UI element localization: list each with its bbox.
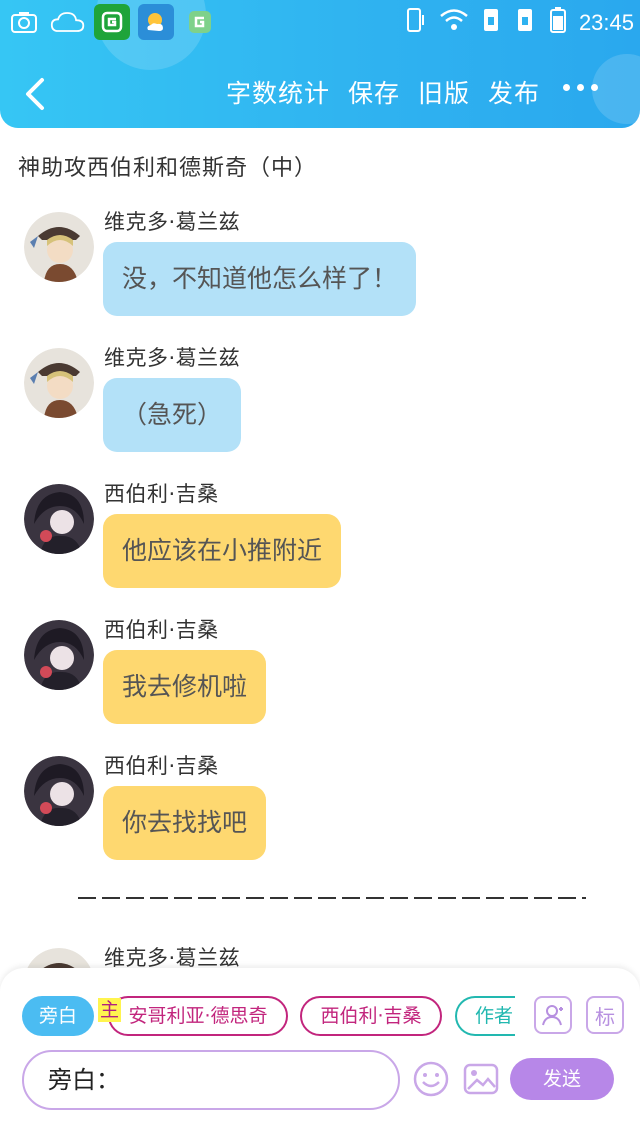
screenshot-icon [6,4,42,40]
phone-vibrate-icon [405,7,427,39]
more-menu-button[interactable] [563,84,598,91]
old-version-button[interactable]: 旧版 [418,74,470,110]
main-role-tag: 主 [98,998,122,1022]
avatar[interactable] [24,348,94,418]
send-button[interactable]: 发送 [510,1058,614,1100]
speaker-name: 维克多·葛兰兹 [104,346,241,370]
app-g-small-icon [182,4,218,40]
more-dot [577,84,584,91]
mark-button[interactable]: 标 [586,996,624,1034]
mark-label: 标 [595,1004,615,1029]
save-button[interactable]: 保存 [348,74,400,110]
role-chip-angelia[interactable]: 安哥利亚·德思奇 [108,996,288,1036]
top-header: 23:45 字数统计 保存 旧版 发布 [0,0,640,128]
weather-icon [138,4,174,40]
add-character-icon[interactable] [534,996,572,1034]
word-count-button[interactable]: 字数统计 [226,74,330,110]
battery-icon [549,6,567,40]
emoji-icon[interactable] [412,1060,450,1098]
message-bubble[interactable]: 我去修机啦 [103,650,267,724]
wifi-icon [439,8,469,38]
sim1-icon [481,7,503,39]
author-chip[interactable]: 作者 [455,996,515,1036]
cloud-icon [50,4,86,40]
avatar[interactable] [24,620,94,690]
message-bubble[interactable]: （急死） [103,378,242,452]
app-g-icon [94,4,130,40]
section-divider [78,897,586,899]
publish-button[interactable]: 发布 [488,74,540,110]
status-bar: 23:45 [0,0,640,44]
more-dot [591,84,598,91]
message-bubble[interactable]: 没，不知道他怎么样了！ [103,242,417,316]
more-dot [563,84,570,91]
message-bubble[interactable]: 你去找找吧 [103,786,267,860]
narration-chip[interactable]: 旁白 [22,996,94,1036]
document-title: 神助攻西伯利和德斯奇（中） [18,156,318,181]
sim2-icon [515,7,537,39]
speaker-name: 西伯利·吉桑 [104,618,219,642]
role-chip-siberi[interactable]: 西伯利·吉桑 [300,996,442,1036]
back-button[interactable] [20,72,54,116]
clock: 23:45 [578,10,634,35]
nav-actions: 字数统计 保存 旧版 发布 [226,74,540,110]
message-bubble[interactable]: 他应该在小推附近 [103,514,342,588]
avatar[interactable] [24,212,94,282]
avatar[interactable] [24,484,94,554]
speaker-name: 西伯利·吉桑 [104,754,219,778]
speaker-name: 西伯利·吉桑 [104,482,219,506]
nav-bar: 字数统计 保存 旧版 发布 [0,66,640,122]
composer-panel: 旁白 安哥利亚·德思奇 主 西伯利·吉桑 作者 标 旁白： 发送 [0,968,640,1138]
image-icon[interactable] [462,1060,500,1098]
avatar[interactable] [24,756,94,826]
speaker-name: 维克多·葛兰兹 [104,210,241,234]
message-input[interactable]: 旁白： [22,1050,400,1110]
